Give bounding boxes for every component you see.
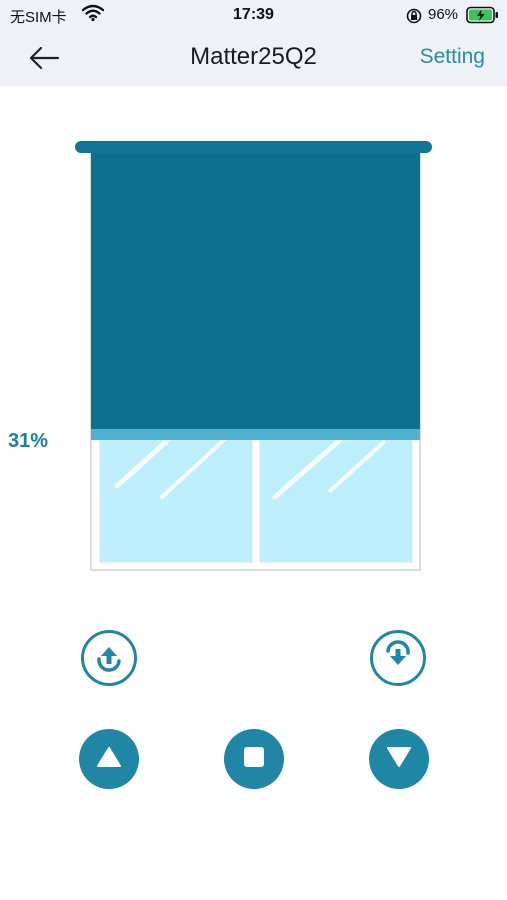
square-stop-icon — [243, 746, 265, 773]
setting-button[interactable]: Setting — [420, 45, 485, 69]
rotate-up-button[interactable] — [81, 630, 137, 686]
triangle-down-icon — [386, 746, 412, 773]
arrow-left-icon — [26, 46, 66, 78]
open-button[interactable] — [79, 729, 139, 789]
rotate-up-icon — [92, 639, 126, 678]
window-pane-left — [99, 439, 253, 563]
orientation-lock-icon — [406, 8, 422, 29]
close-button[interactable] — [369, 729, 429, 789]
position-percent: 31% — [8, 430, 49, 452]
status-bar: 无SIM卡 17:39 96% — [0, 0, 507, 30]
battery-icon — [466, 6, 500, 29]
battery-percent: 96% — [428, 6, 459, 23]
back-button[interactable] — [26, 42, 66, 74]
curtain-illustration — [75, 141, 432, 571]
rotate-down-button[interactable] — [370, 630, 426, 686]
nav-bar: Matter25Q2 Setting — [0, 30, 507, 86]
rotate-down-icon — [381, 639, 415, 678]
stop-button[interactable] — [224, 729, 284, 789]
curtain-visual: 31% — [0, 86, 507, 606]
curtain-fabric — [91, 150, 420, 430]
curtain-rod — [75, 141, 432, 153]
triangle-up-icon — [96, 746, 122, 773]
curtain-bottom-bar — [91, 429, 420, 440]
window-pane-right — [259, 439, 413, 563]
